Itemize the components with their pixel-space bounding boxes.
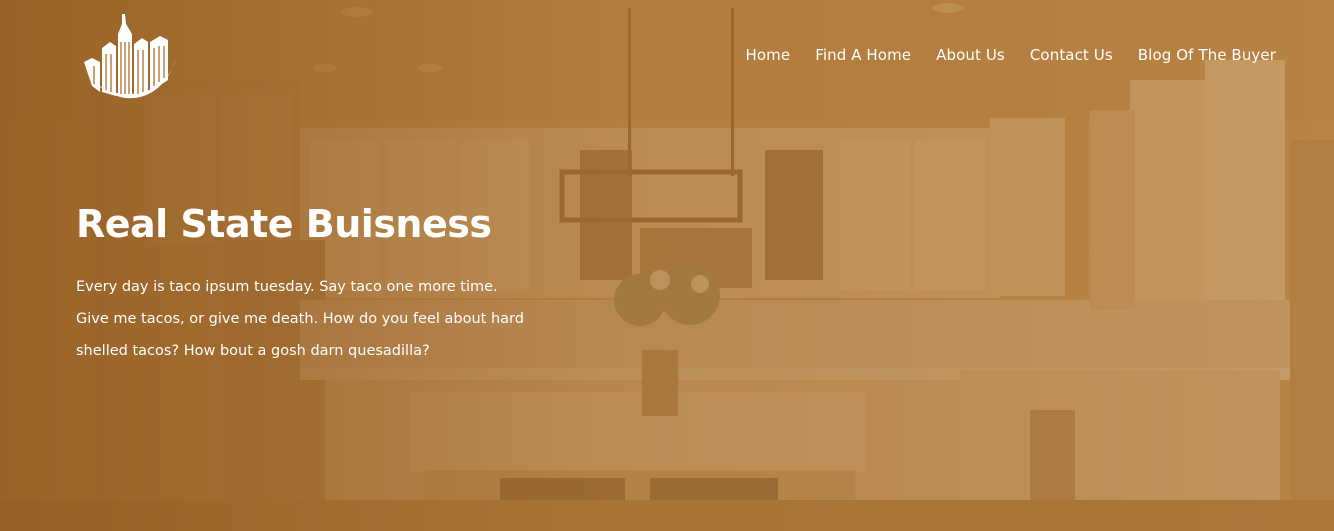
city-skyline-icon[interactable]: [76, 12, 178, 100]
nav-about-us[interactable]: About Us: [936, 44, 1005, 66]
color-overlay: [0, 0, 1334, 531]
nav-blog-of-the-buyer[interactable]: Blog Of The Buyer: [1138, 44, 1276, 66]
hero-text-line: Every day is taco ipsum tuesday. Say tac…: [76, 279, 498, 295]
hero-description: Every day is taco ipsum tuesday. Say tac…: [76, 271, 576, 367]
main-nav: Home Find A Home About Us Contact Us Blo…: [746, 44, 1277, 66]
hero-text-line: shelled tacos? How bout a gosh darn ques…: [76, 343, 430, 359]
hero-section: Home Find A Home About Us Contact Us Blo…: [0, 0, 1334, 531]
nav-find-a-home[interactable]: Find A Home: [815, 44, 911, 66]
nav-contact-us[interactable]: Contact Us: [1030, 44, 1113, 66]
hero-text-line: Give me tacos, or give me death. How do …: [76, 311, 524, 327]
nav-home[interactable]: Home: [746, 44, 791, 66]
hero-title: Real State Buisness: [76, 202, 492, 246]
